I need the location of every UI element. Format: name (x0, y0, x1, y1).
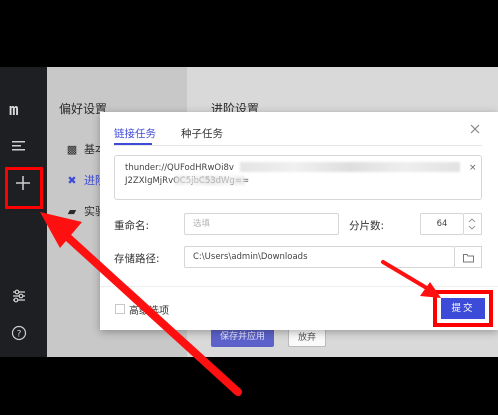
tab-divider (114, 145, 482, 146)
advanced-options-label: 高级选项 (129, 306, 169, 317)
split-count-stepper[interactable] (464, 213, 482, 235)
tab-torrent-task[interactable]: 种子任务 (181, 126, 223, 141)
active-tab-indicator (114, 143, 152, 145)
redaction-blur (175, 176, 245, 185)
dialog-footer-divider (100, 286, 498, 287)
flask-icon: ▰ (67, 205, 77, 218)
save-apply-button[interactable]: 保存并应用 (211, 327, 274, 347)
highlight-box-add (5, 167, 43, 209)
path-label: 存储路径: (114, 253, 160, 265)
tab-link-task[interactable]: 链接任务 (114, 126, 156, 141)
url-line-1: thunder://QUFodHRwOi8v (125, 163, 234, 173)
close-icon[interactable] (468, 124, 482, 138)
path-input[interactable]: C:\Users\admin\Downloads (184, 246, 455, 268)
redaction-blur (240, 162, 460, 172)
split-count-input[interactable]: 64 (420, 213, 464, 235)
sidebar: m ? (0, 67, 47, 357)
tools-icon: ✖ (67, 174, 77, 187)
url-textarea[interactable]: thunder://QUFodHRwOi8v J2ZXIgMjRvOC5jbC5… (114, 155, 482, 200)
rename-label: 重命名: (114, 220, 150, 232)
folder-icon[interactable] (455, 246, 482, 268)
submit-button[interactable]: 提交 (441, 298, 485, 319)
clear-icon[interactable]: × (469, 163, 477, 173)
menu-icon[interactable] (10, 139, 28, 157)
discard-button[interactable]: 放弃 (288, 327, 326, 347)
help-icon[interactable]: ? (10, 325, 28, 343)
settings-icon: ▩ (66, 143, 78, 156)
svg-text:?: ? (17, 330, 22, 340)
app-logo: m (9, 100, 19, 119)
screen: m ? 偏好设置 进阶设置 ▩ 基本 ✖ 进阶 ▰ 实验 保存并应用 放弃 链接任务 … (0, 0, 498, 415)
rename-input[interactable]: 选填 (184, 213, 339, 235)
advanced-options-checkbox[interactable] (115, 304, 125, 314)
sliders-icon[interactable] (10, 288, 28, 306)
split-label: 分片数: (349, 220, 385, 232)
